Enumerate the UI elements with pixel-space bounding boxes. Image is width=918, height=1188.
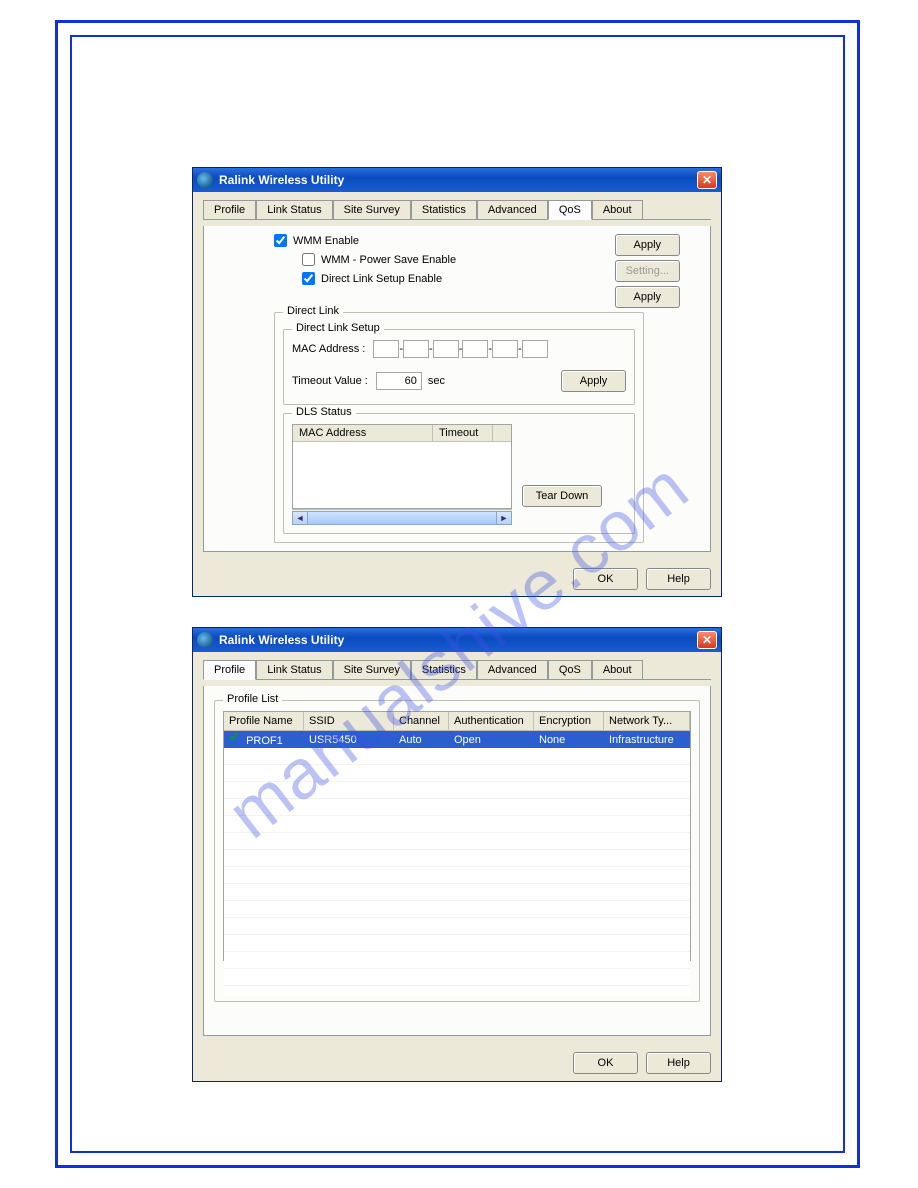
help-button[interactable]: Help [646,1052,711,1074]
directlink-apply-button[interactable]: Apply [615,286,680,308]
profile-list-group: Profile List Profile Name SSID Channel A… [214,700,700,1002]
dls-col-mac[interactable]: MAC Address [293,425,433,441]
mac-field-2[interactable] [403,340,429,358]
tab-profile[interactable]: Profile [203,200,256,219]
cell-channel: Auto [394,734,449,746]
tab-statistics[interactable]: Statistics [411,200,477,219]
dls-status-legend: DLS Status [292,406,356,418]
window-title: Ralink Wireless Utility [219,173,344,187]
dls-hscrollbar[interactable]: ◄ ► [292,509,512,525]
help-button[interactable]: Help [646,568,711,590]
ok-button[interactable]: OK [573,568,638,590]
col-enc[interactable]: Encryption [534,712,604,730]
table-row[interactable]: PROF1 USR5450 Auto Open None Infrastruct… [224,731,690,748]
close-icon[interactable]: ✕ [697,171,717,189]
tab-about[interactable]: About [592,660,643,679]
setting-button: Setting... [615,260,680,282]
timeout-label: Timeout Value : [292,375,368,387]
col-ntype[interactable]: Network Ty... [604,712,690,730]
wmm-enable-label: WMM Enable [293,235,359,247]
cell-auth: Open [449,734,534,746]
ralink-utility-window-profile: Ralink Wireless Utility ✕ Profile Link S… [192,627,722,1082]
tab-site-survey[interactable]: Site Survey [333,660,411,679]
title-bar: Ralink Wireless Utility ✕ [193,168,721,192]
mac-field-6[interactable] [522,340,548,358]
wmm-apply-button[interactable]: Apply [615,234,680,256]
close-icon[interactable]: ✕ [697,631,717,649]
profile-table[interactable]: Profile Name SSID Channel Authentication… [223,711,691,961]
cell-enc: None [534,734,604,746]
app-icon [197,172,213,188]
timeout-apply-button[interactable]: Apply [561,370,626,392]
teardown-button[interactable]: Tear Down [522,485,602,507]
col-auth[interactable]: Authentication [449,712,534,730]
scroll-track[interactable] [308,511,496,525]
direct-link-setup-label: Direct Link Setup Enable [321,273,442,285]
tab-strip: Profile Link Status Site Survey Statisti… [203,660,711,680]
direct-link-group: Direct Link Direct Link Setup MAC Addres… [274,312,644,543]
app-icon [197,632,213,648]
cell-profile-name: PROF1 [246,735,283,747]
wmm-powersave-checkbox[interactable] [302,253,315,266]
tab-about[interactable]: About [592,200,643,219]
timeout-unit: sec [428,375,445,387]
tab-link-status[interactable]: Link Status [256,660,332,679]
col-ssid[interactable]: SSID [304,712,394,730]
tab-profile[interactable]: Profile [203,660,256,680]
ralink-utility-window-qos: Ralink Wireless Utility ✕ Profile Link S… [192,167,722,597]
tab-statistics[interactable]: Statistics [411,660,477,679]
empty-rows [224,748,690,996]
cell-ntype: Infrastructure [604,734,690,746]
scroll-left-icon[interactable]: ◄ [292,511,308,525]
tab-qos[interactable]: QoS [548,660,592,679]
tab-advanced[interactable]: Advanced [477,660,548,679]
tab-strip: Profile Link Status Site Survey Statisti… [203,200,711,220]
timeout-input[interactable] [376,372,422,390]
direct-link-setup-legend: Direct Link Setup [292,322,384,334]
wmm-enable-checkbox[interactable] [274,234,287,247]
col-profile-name[interactable]: Profile Name [224,712,304,730]
scroll-right-icon[interactable]: ► [496,511,512,525]
tab-link-status[interactable]: Link Status [256,200,332,219]
tab-advanced[interactable]: Advanced [477,200,548,219]
direct-link-setup-group: Direct Link Setup MAC Address : - - - - … [283,329,635,405]
direct-link-setup-checkbox[interactable] [302,272,315,285]
mac-field-1[interactable] [373,340,399,358]
mac-address-label: MAC Address : [292,343,365,355]
mac-field-5[interactable] [492,340,518,358]
mac-field-4[interactable] [462,340,488,358]
tab-qos[interactable]: QoS [548,200,592,220]
dls-status-table: MAC Address Timeout [292,424,512,509]
dls-col-timeout[interactable]: Timeout [433,425,493,441]
col-channel[interactable]: Channel [394,712,449,730]
check-icon [229,732,241,744]
mac-field-3[interactable] [433,340,459,358]
tab-site-survey[interactable]: Site Survey [333,200,411,219]
ok-button[interactable]: OK [573,1052,638,1074]
dls-status-group: DLS Status MAC Address Timeout [283,413,635,534]
wmm-powersave-label: WMM - Power Save Enable [321,254,456,266]
profile-list-legend: Profile List [223,693,282,705]
cell-ssid: USR5450 [304,734,394,746]
window-title: Ralink Wireless Utility [219,633,344,647]
title-bar: Ralink Wireless Utility ✕ [193,628,721,652]
direct-link-legend: Direct Link [283,305,343,317]
